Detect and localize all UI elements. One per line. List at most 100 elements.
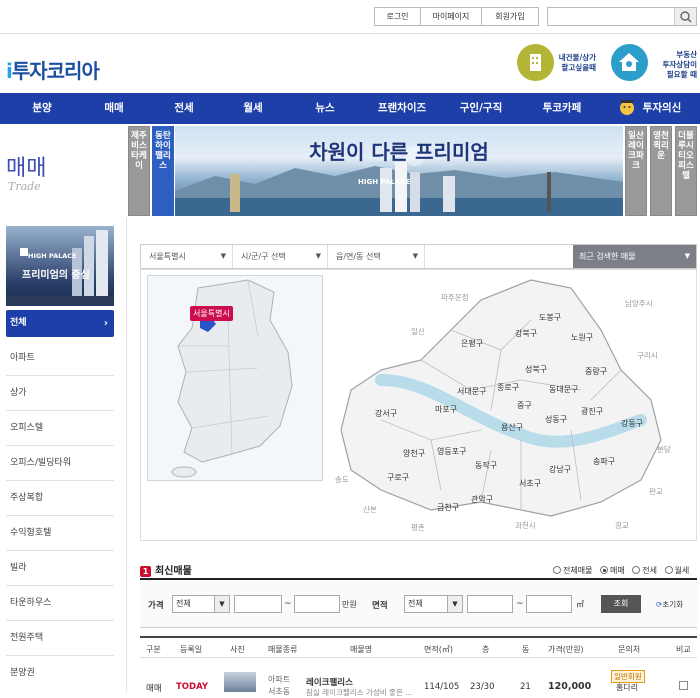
search-button[interactable]: 조회: [601, 595, 641, 613]
seoul-district-map[interactable]: [321, 270, 698, 542]
signup-link[interactable]: 회원가입: [481, 7, 539, 26]
sidebar-item-officetel[interactable]: 오피스텔: [6, 411, 114, 446]
sidebar-item-all[interactable]: 전체 ›: [6, 310, 114, 337]
map-district-seongdong[interactable]: 성동구: [545, 414, 567, 425]
sidebar-item-presale-rights[interactable]: 분양권: [6, 656, 114, 691]
vtab-blue-city[interactable]: 더블루시티오피스텔: [675, 126, 697, 216]
row-compare-checkbox[interactable]: [679, 681, 688, 690]
map-district-jongno[interactable]: 종로구: [497, 382, 519, 393]
map-district-gwanak[interactable]: 관악구: [471, 494, 493, 505]
radio-jeonse[interactable]: [632, 566, 641, 574]
col-dong: 동: [522, 645, 530, 654]
map-district-mapo[interactable]: 마포구: [435, 404, 457, 415]
sidebar-item-country-house[interactable]: 전원주택: [6, 621, 114, 656]
map-district-geumcheon[interactable]: 금천구: [437, 502, 459, 513]
area-select[interactable]: 전체 ▼: [404, 595, 463, 613]
area-max-input[interactable]: [526, 595, 572, 613]
map-district-gwangjin[interactable]: 광진구: [581, 406, 603, 417]
radio-all-label[interactable]: 전체매물: [563, 566, 592, 575]
area-min-input[interactable]: [467, 595, 513, 613]
row-area: 114/105: [424, 682, 460, 692]
area-range-tilde: ~: [516, 599, 524, 609]
content-divider: [126, 218, 127, 692]
minimap-seoul-label[interactable]: 서울특별시: [190, 306, 233, 321]
gu-select[interactable]: 시/군/구 선택 ▼: [233, 245, 328, 268]
sidebar-ad[interactable]: HIGH PALACE 프리미엄의 중심: [6, 226, 114, 306]
radio-trade[interactable]: [600, 566, 608, 574]
promo-consult[interactable]: 부동산 투자상담이 필요할 때: [611, 44, 699, 84]
nav-item-news[interactable]: 뉴스: [303, 93, 347, 124]
radio-jeonse-label[interactable]: 전세: [642, 566, 657, 575]
table-row[interactable]: 매매 TODAY 아파트 서초동 레이크팰리스 잠실 레이크팰리스 가성비 좋은…: [140, 660, 697, 697]
map-district-gangdong[interactable]: 강동구: [621, 418, 643, 429]
city-select[interactable]: 서울특별시 ▼: [141, 245, 233, 268]
hero-banner[interactable]: 차원이 다른 프리미엄 HIGH PALACE: [175, 126, 623, 216]
reset-button[interactable]: ⟳초기화: [656, 599, 683, 610]
nav-item-trade[interactable]: 매매: [92, 93, 136, 124]
nav-item-sale[interactable]: 분양: [20, 93, 64, 124]
map-district-dongdaemun[interactable]: 동대문구: [549, 384, 578, 395]
radio-trade-label[interactable]: 매매: [610, 566, 625, 575]
mypage-link[interactable]: 마이페이지: [420, 7, 482, 26]
map-district-gangnam[interactable]: 강남구: [549, 464, 571, 475]
sidebar-item-villa[interactable]: 빌라: [6, 551, 114, 586]
sidebar-item-hotel[interactable]: 수익형호텔: [6, 516, 114, 551]
map-district-eunpyeong[interactable]: 은평구: [461, 338, 483, 349]
chevron-down-icon: ▼: [447, 596, 462, 612]
col-floor: 층: [482, 645, 490, 654]
map-district-yeongdeungpo[interactable]: 영등포구: [437, 446, 466, 457]
map-district-nowon[interactable]: 노원구: [571, 332, 593, 343]
row-photo-thumbnail[interactable]: [224, 672, 256, 692]
radio-wolse[interactable]: [664, 566, 673, 574]
login-link[interactable]: 로그인: [374, 7, 421, 26]
dong-select[interactable]: 읍/면/동 선택 ▼: [328, 245, 425, 268]
nav-item-jobs[interactable]: 구인/구직: [453, 93, 509, 124]
sidebar-item-shop[interactable]: 상가: [6, 376, 114, 411]
nav-item-jeonse[interactable]: 전세: [162, 93, 206, 124]
sidebar-item-mixed-use[interactable]: 주상복합: [6, 481, 114, 516]
map-district-seocho[interactable]: 서초구: [519, 478, 541, 489]
map-district-gangseo[interactable]: 강서구: [375, 408, 397, 419]
map-district-yongsan[interactable]: 용산구: [501, 422, 523, 433]
price-select[interactable]: 전체 ▼: [172, 595, 230, 613]
korea-map-image[interactable]: [148, 276, 322, 480]
row-price: 120,000: [548, 681, 592, 692]
map-district-dongjak[interactable]: 동작구: [475, 460, 497, 471]
map-district-dobong[interactable]: 도봉구: [539, 312, 561, 323]
map-area-ilsan: 일산: [411, 327, 425, 336]
radio-all[interactable]: [553, 566, 561, 574]
map-district-songpa[interactable]: 송파구: [593, 456, 615, 467]
map-district-jungnang[interactable]: 중랑구: [585, 366, 607, 377]
site-logo[interactable]: i투자코리아: [6, 55, 100, 84]
price-min-input[interactable]: [234, 595, 282, 613]
row-kind: 아파트: [268, 675, 291, 684]
sidebar-item-townhouse[interactable]: 타운하우스: [6, 586, 114, 621]
map-district-seongbuk[interactable]: 성북구: [525, 364, 547, 375]
nav-item-wolse[interactable]: 월세: [231, 93, 275, 124]
map-district-guro[interactable]: 구로구: [387, 472, 409, 483]
nav-item-franchise[interactable]: 프랜차이즈: [370, 93, 434, 124]
price-max-input[interactable]: [294, 595, 340, 613]
map-district-yangcheon[interactable]: 양천구: [403, 448, 425, 459]
vtab-ilsan[interactable]: 일산레이크파크: [625, 126, 647, 216]
map-district-seodaemun[interactable]: 서대문구: [457, 386, 486, 397]
row-date: TODAY: [176, 682, 208, 692]
radio-wolse-label[interactable]: 월세: [675, 566, 690, 575]
section-number-badge: 1: [140, 566, 151, 577]
banner-headline: 차원이 다른 프리미엄: [309, 140, 489, 164]
map-area-paju: 파주운정: [441, 293, 469, 302]
vtab-dongtan[interactable]: 동탄하이팰리스: [152, 126, 174, 216]
search-icon[interactable]: [674, 8, 696, 25]
vtab-yeongcheon[interactable]: 영천퀵리운: [650, 126, 672, 216]
sidebar-item-office-building[interactable]: 오피스/빌딩타워: [6, 446, 114, 481]
map-district-gangbuk[interactable]: 강북구: [515, 328, 537, 339]
search-input[interactable]: [547, 7, 697, 26]
recent-search-dropdown[interactable]: 최근 검색한 매물 ▼: [573, 245, 696, 268]
sidebar-item-apartment[interactable]: 아파트: [6, 341, 114, 376]
map-district-jung[interactable]: 중구: [517, 400, 532, 411]
banner-brand: HIGH PALACE: [358, 178, 411, 186]
vtab-jeju[interactable]: 제주비스타케이: [128, 126, 150, 216]
promo-sell-building[interactable]: 내건물/상가 팔고싶을때: [517, 44, 597, 84]
nav-item-master[interactable]: 투자의신: [640, 93, 684, 124]
nav-item-cafe[interactable]: 투코카페: [535, 93, 589, 124]
